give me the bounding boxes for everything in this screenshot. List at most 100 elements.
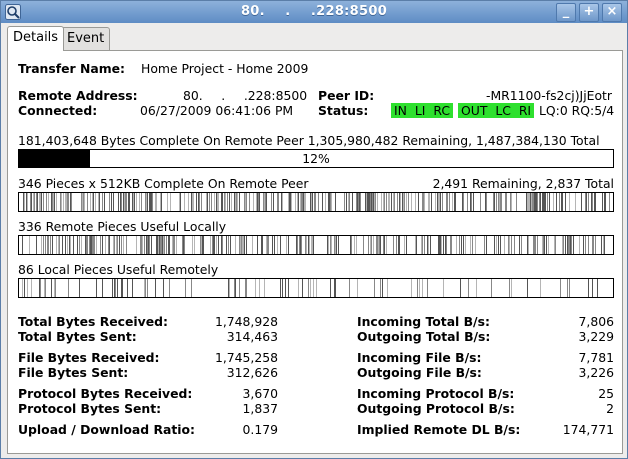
piece-stripe bbox=[494, 236, 495, 254]
details-panel: Transfer Name: Home Project - Home 2009 … bbox=[7, 50, 623, 454]
piece-stripe bbox=[230, 236, 231, 254]
stat-label: Outgoing File B/s: bbox=[357, 365, 482, 380]
piece-stripe bbox=[371, 193, 372, 211]
maximize-button[interactable]: + bbox=[579, 3, 599, 22]
window-title: 80. . .228:8500 bbox=[240, 4, 388, 19]
piece-stripe bbox=[172, 236, 173, 254]
piece-stripe bbox=[585, 193, 586, 211]
piece-stripe bbox=[327, 236, 328, 254]
piece-stripe bbox=[592, 279, 593, 297]
piece-stripe bbox=[305, 236, 306, 254]
piece-stripe bbox=[511, 193, 512, 211]
piece-stripe bbox=[445, 236, 446, 254]
piece-stripe bbox=[86, 236, 87, 254]
close-button[interactable]: × bbox=[602, 3, 622, 22]
piece-stripe bbox=[268, 236, 269, 254]
piece-stripe bbox=[213, 236, 214, 254]
piece-stripe bbox=[102, 193, 103, 211]
piece-stripe bbox=[179, 193, 180, 211]
piece-stripe bbox=[277, 236, 278, 254]
stat-value: 3,229 bbox=[578, 329, 614, 344]
piece-stripe bbox=[182, 236, 183, 254]
piece-stripe bbox=[45, 279, 46, 297]
piece-stripe bbox=[460, 279, 461, 297]
piece-stripe bbox=[527, 279, 528, 297]
piece-stripe bbox=[509, 279, 510, 297]
piece-stripe bbox=[372, 193, 373, 211]
piece-stripe bbox=[146, 193, 147, 211]
bytes-complete-line: 181,403,648 Bytes Complete On Remote Pee… bbox=[18, 133, 600, 148]
piece-stripe bbox=[67, 236, 68, 254]
piece-stripe bbox=[456, 236, 457, 254]
piece-stripe bbox=[216, 193, 217, 211]
piece-stripe bbox=[59, 236, 60, 254]
piece-stripe bbox=[591, 193, 592, 211]
piece-stripe bbox=[246, 236, 247, 254]
piece-stripe bbox=[554, 236, 555, 254]
minimize-button[interactable]: _ bbox=[556, 3, 576, 22]
tab-event-log[interactable]: Event Log bbox=[61, 27, 111, 68]
piece-stripe bbox=[399, 193, 400, 211]
piece-stripe bbox=[184, 236, 185, 254]
piece-stripe bbox=[415, 193, 416, 211]
piece-stripe bbox=[145, 193, 146, 211]
piece-stripe bbox=[259, 193, 260, 211]
piece-stripe bbox=[155, 193, 156, 211]
piece-stripe bbox=[486, 236, 487, 254]
stat-value: 7,781 bbox=[578, 350, 614, 365]
piece-stripe bbox=[462, 193, 463, 211]
piece-stripe bbox=[117, 279, 118, 297]
stat-label: Protocol Bytes Received: bbox=[18, 386, 193, 401]
status-queue: LQ:0 RQ:5/4 bbox=[539, 103, 615, 118]
piece-stripe bbox=[423, 193, 424, 211]
piece-stripe bbox=[62, 236, 63, 254]
piece-stripe bbox=[315, 193, 316, 211]
piece-stripe bbox=[121, 193, 122, 211]
piece-stripe bbox=[338, 236, 339, 254]
tab-details[interactable]: Details bbox=[7, 26, 65, 51]
piece-stripe bbox=[148, 236, 149, 254]
piece-stripe bbox=[310, 193, 311, 211]
piece-stripe bbox=[68, 279, 69, 297]
piece-stripe bbox=[399, 236, 400, 254]
piece-stripe bbox=[313, 236, 314, 254]
piece-stripe bbox=[569, 236, 570, 254]
pieces-complete-bar bbox=[18, 192, 614, 212]
piece-stripe bbox=[156, 193, 157, 211]
piece-stripe bbox=[527, 193, 528, 211]
piece-stripe bbox=[397, 193, 398, 211]
piece-stripe bbox=[87, 193, 88, 211]
piece-stripe bbox=[312, 193, 313, 211]
piece-stripe bbox=[188, 193, 189, 211]
piece-stripe bbox=[27, 193, 28, 211]
piece-stripe bbox=[441, 236, 442, 254]
piece-stripe bbox=[81, 193, 82, 211]
piece-stripe bbox=[90, 193, 91, 211]
piece-stripe bbox=[77, 236, 78, 254]
piece-stripe bbox=[152, 193, 153, 211]
piece-stripe bbox=[128, 193, 129, 211]
piece-stripe bbox=[126, 236, 127, 254]
piece-stripe bbox=[437, 193, 438, 211]
piece-stripe bbox=[440, 236, 441, 254]
piece-stripe bbox=[48, 193, 49, 211]
piece-stripe bbox=[530, 193, 531, 211]
piece-stripe bbox=[588, 279, 589, 297]
progress-bar: 12% bbox=[18, 149, 614, 168]
piece-stripe bbox=[475, 236, 476, 254]
piece-stripe bbox=[236, 193, 237, 211]
piece-stripe bbox=[313, 279, 314, 297]
piece-stripe bbox=[528, 193, 529, 211]
piece-stripe bbox=[533, 193, 534, 211]
piece-stripe bbox=[168, 236, 169, 254]
piece-stripe bbox=[308, 279, 309, 297]
piece-stripe bbox=[533, 236, 534, 254]
stat-value: 0.179 bbox=[242, 422, 278, 437]
piece-stripe bbox=[67, 193, 68, 211]
piece-stripe bbox=[311, 236, 312, 254]
title-bar[interactable]: 80. . .228:8500 _ + × bbox=[1, 1, 627, 23]
piece-stripe bbox=[95, 193, 96, 211]
piece-stripe bbox=[521, 236, 522, 254]
piece-stripe bbox=[163, 279, 164, 297]
piece-stripe bbox=[30, 193, 31, 211]
